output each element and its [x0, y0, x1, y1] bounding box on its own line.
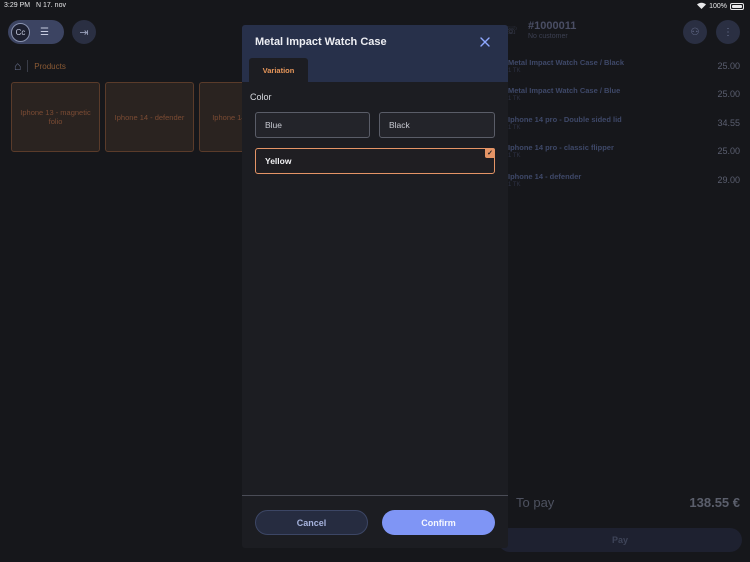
breadcrumb-divider [27, 60, 29, 72]
order-line-item[interactable]: Metal Impact Watch Case / Black 1 TK 25.… [508, 58, 740, 78]
more-vertical-icon: ⋮ [723, 26, 733, 38]
more-options-button[interactable]: ⋮ [716, 20, 740, 44]
logout-icon: ⇥ [79, 26, 89, 39]
variation-modal: Metal Impact Watch Case Variation Color … [242, 25, 508, 548]
item-price: 25.00 [717, 89, 740, 99]
order-line-item[interactable]: Iphone 14 pro - classic flipper 1 TK 25.… [508, 143, 740, 163]
breadcrumb: ⌂ Products [14, 59, 66, 73]
item-qty: 1 TK [508, 153, 521, 159]
product-tile[interactable]: Iphone 14 - defender [105, 82, 194, 152]
item-price: 29.00 [717, 175, 740, 185]
item-name: Iphone 14 pro - Double sided lid [508, 115, 622, 124]
customer-label: No customer [528, 33, 568, 40]
color-option-blue[interactable]: Blue [255, 112, 370, 138]
status-bar: 3:29 PM N 17. nov 100% [0, 0, 750, 12]
order-total: 138.55 € [689, 495, 740, 510]
main-menu-button[interactable]: Cc ☰ [8, 20, 64, 44]
item-qty: 1 TK [508, 125, 521, 131]
status-right: 100% [697, 2, 744, 11]
app-logo: Cc [11, 22, 30, 42]
status-date: N 17. nov [36, 2, 66, 9]
item-name: Metal Impact Watch Case / Blue [508, 86, 621, 95]
item-qty: 1 TK [508, 68, 521, 74]
modal-title: Metal Impact Watch Case [255, 36, 387, 48]
close-icon[interactable] [479, 35, 491, 47]
order-panel: ☏ #1000011 No customer ⚇ ⋮ Metal Impact … [490, 12, 750, 562]
color-option-black[interactable]: Black [379, 112, 495, 138]
status-time: 3:29 PM [4, 2, 31, 9]
order-id: #1000011 [528, 20, 577, 32]
item-qty: 1 TK [508, 182, 521, 188]
color-option-yellow[interactable]: Yellow ✓ [255, 148, 495, 174]
footer-divider [242, 495, 508, 496]
wifi-icon [697, 2, 707, 11]
order-line-item[interactable]: Metal Impact Watch Case / Blue 1 TK 25.0… [508, 86, 740, 106]
home-icon[interactable]: ⌂ [14, 59, 21, 73]
item-name: Iphone 14 - defender [508, 172, 582, 181]
add-customer-button[interactable]: ⚇ [683, 20, 707, 44]
order-line-item[interactable]: Iphone 14 - defender 1 TK 29.00 [508, 172, 740, 192]
to-pay-label: To pay [516, 495, 555, 510]
pay-button[interactable]: Pay [498, 528, 742, 552]
product-tile[interactable]: Iphone 13 - magnetic folio [11, 82, 100, 152]
item-price: 25.00 [717, 61, 740, 71]
hamburger-icon: ☰ [40, 26, 49, 38]
logout-button[interactable]: ⇥ [72, 20, 96, 44]
cancel-button[interactable]: Cancel [255, 510, 368, 535]
item-price: 34.55 [717, 118, 740, 128]
item-qty: 1 TK [508, 96, 521, 102]
modal-header: Metal Impact Watch Case Variation [242, 25, 508, 82]
tab-variation[interactable]: Variation [249, 58, 308, 82]
color-label: Color [250, 92, 272, 102]
add-user-icon: ⚇ [690, 26, 700, 38]
order-line-item[interactable]: Iphone 14 pro - Double sided lid 1 TK 34… [508, 115, 740, 135]
item-name: Iphone 14 pro - classic flipper [508, 143, 614, 152]
option-label: Yellow [265, 156, 292, 166]
item-name: Metal Impact Watch Case / Black [508, 58, 625, 67]
confirm-button[interactable]: Confirm [382, 510, 495, 535]
item-price: 25.00 [717, 146, 740, 156]
battery-percent: 100% [709, 3, 727, 10]
breadcrumb-products[interactable]: Products [34, 62, 66, 71]
battery-icon [730, 3, 744, 10]
check-icon: ✓ [485, 148, 495, 158]
